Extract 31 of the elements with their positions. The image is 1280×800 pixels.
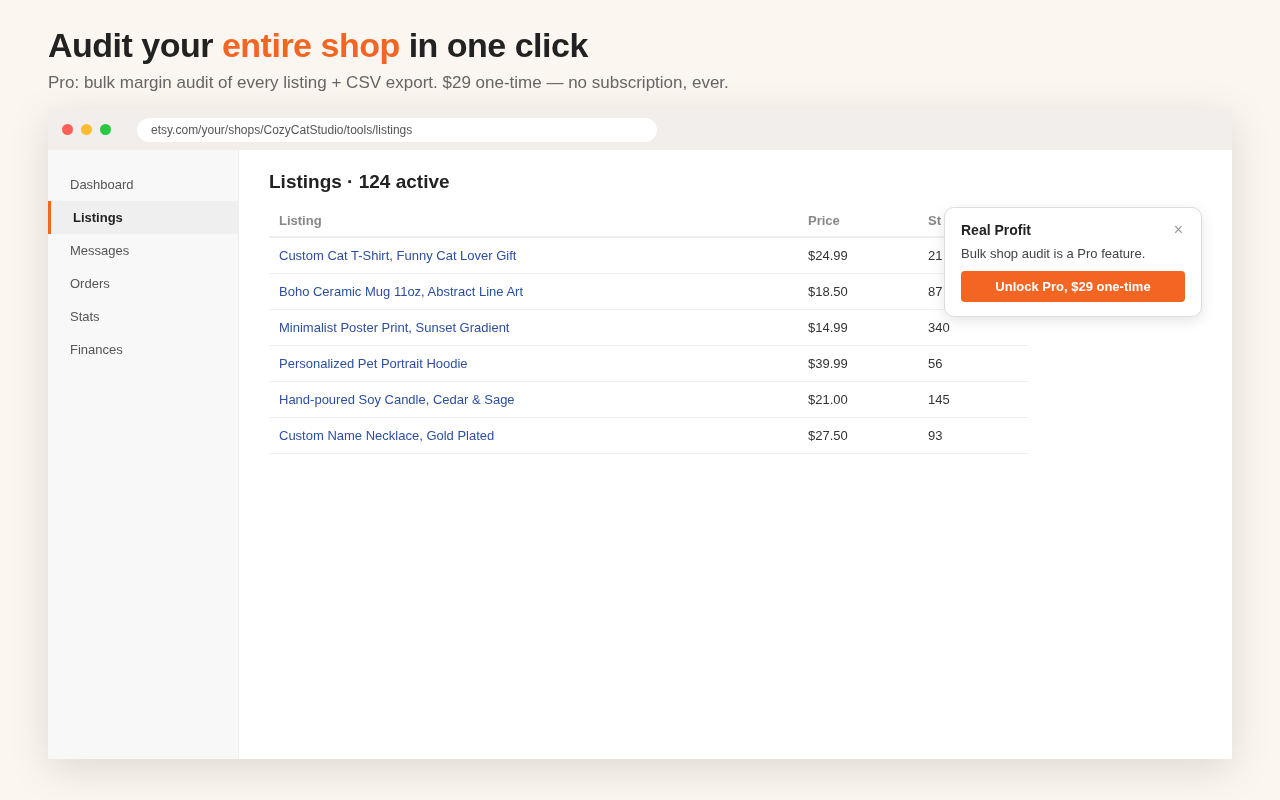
table-cell: $27.50 <box>798 417 918 454</box>
headline: Audit your entire shop in one click <box>48 26 589 65</box>
address-bar[interactable]: etsy.com/your/shops/CozyCatStudio/tools/listings <box>137 117 657 142</box>
table-cell: $21.00 <box>798 381 918 418</box>
sidebar-item[interactable]: Stats <box>48 300 238 333</box>
listing-link[interactable]: Minimalist Poster Print, Sunset Gradient <box>269 309 798 346</box>
column-header: Listing <box>269 205 798 237</box>
popup-title: Real Profit <box>961 222 1031 238</box>
table-cell: $18.50 <box>798 273 918 310</box>
listing-link[interactable]: Hand-poured Soy Candle, Cedar & Sage <box>269 381 798 418</box>
table-cell: $14.99 <box>798 309 918 346</box>
table-cell: 93 <box>918 417 1029 454</box>
table-cell: 145 <box>918 381 1029 418</box>
listing-link[interactable]: Personalized Pet Portrait Hoodie <box>269 345 798 382</box>
table-cell: $24.99 <box>798 237 918 274</box>
listing-link[interactable]: Boho Ceramic Mug 11oz, Abstract Line Art <box>269 273 798 310</box>
subtitle: Pro: bulk margin audit of every listing + CSV export. $29 one-time — no subscription, ever. <box>48 73 730 93</box>
sidebar-item[interactable]: Dashboard <box>48 168 238 201</box>
window-control-dot[interactable] <box>62 124 73 135</box>
sidebar-item[interactable]: Listings <box>48 201 238 234</box>
sidebar-item[interactable]: Orders <box>48 267 238 300</box>
table-cell: $39.99 <box>798 345 918 382</box>
column-header: Price <box>798 205 918 237</box>
listing-link[interactable]: Custom Name Necklace, Gold Plated <box>269 417 798 454</box>
page-title: Listings · 124 active <box>269 171 451 193</box>
listing-link[interactable]: Custom Cat T-Shirt, Funny Cat Lover Gift <box>269 237 798 274</box>
table-cell: 56 <box>918 345 1029 382</box>
window-control-dot[interactable] <box>81 124 92 135</box>
sidebar-item[interactable]: Messages <box>48 234 238 267</box>
window-control-dot[interactable] <box>100 124 111 135</box>
sidebar-item[interactable]: Finances <box>48 333 238 366</box>
